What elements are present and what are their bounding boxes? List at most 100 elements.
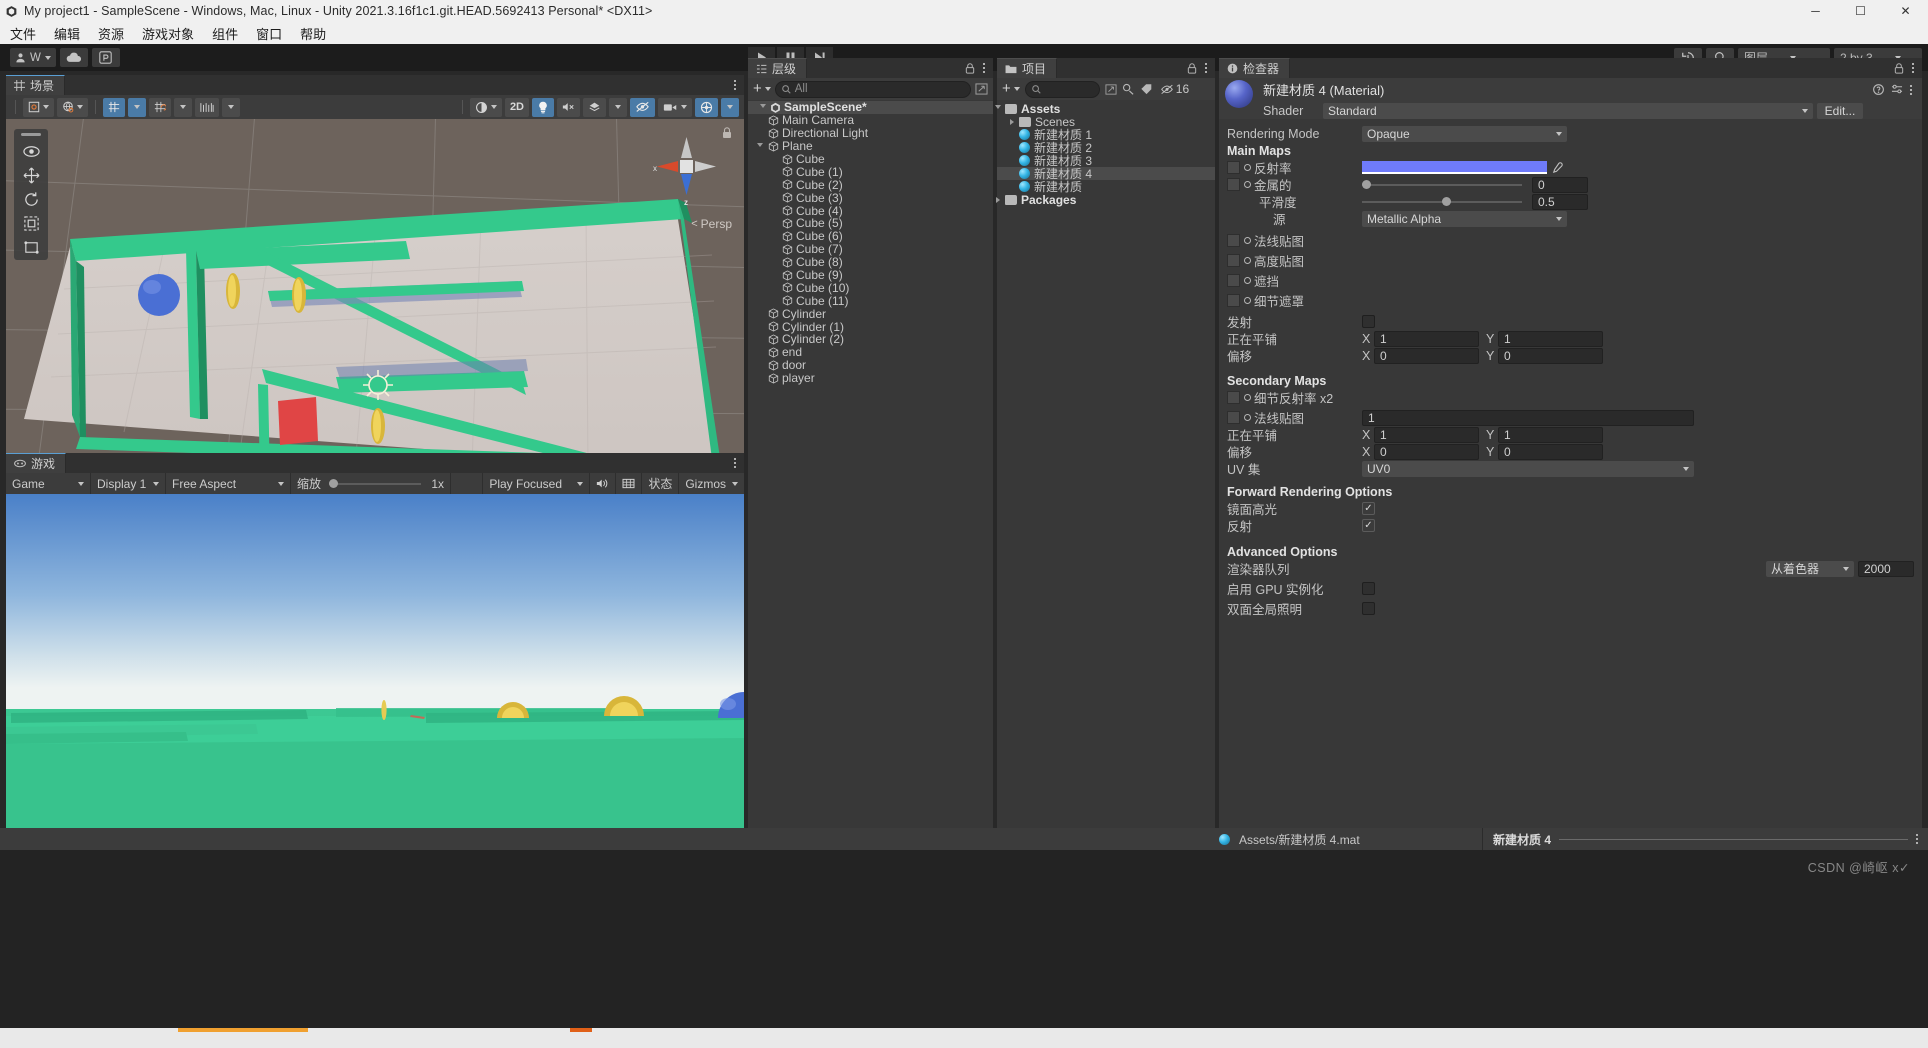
- secondary-tiling-x-field[interactable]: 1: [1374, 426, 1479, 443]
- fx-toggle[interactable]: [583, 97, 606, 117]
- hierarchy-item-player[interactable]: player: [748, 371, 993, 385]
- project-item-packages[interactable]: Packages: [996, 193, 1215, 207]
- aspect-dropdown[interactable]: Free Aspect: [166, 473, 291, 494]
- reflection-checkbox[interactable]: ✓: [1362, 519, 1375, 532]
- persp-label-group[interactable]: < Persp: [691, 217, 732, 231]
- smoothness-slider[interactable]: [1362, 197, 1522, 206]
- metallic-slider[interactable]: [1362, 180, 1522, 189]
- project-search-input[interactable]: [1024, 80, 1100, 98]
- albedo-color-swatch[interactable]: [1362, 161, 1547, 174]
- grid-snap-dropdown[interactable]: [128, 97, 146, 117]
- collab-button[interactable]: [91, 48, 120, 67]
- account-button[interactable]: W: [10, 48, 56, 67]
- scene-lock-icon[interactable]: [722, 127, 732, 142]
- height-map-texture-slot[interactable]: [1227, 254, 1240, 267]
- ruler-toggle[interactable]: [195, 97, 219, 117]
- grid-snap-toggle[interactable]: [103, 97, 125, 117]
- secondary-normal-field[interactable]: 1: [1362, 409, 1694, 426]
- menu-item-gameobject[interactable]: 游戏对象: [142, 24, 194, 43]
- display-dropdown[interactable]: Display 1: [91, 473, 166, 494]
- scale-slider[interactable]: [329, 479, 422, 488]
- hierarchy-item-cube-4[interactable]: Cube (4): [748, 204, 993, 218]
- axis-gizmo[interactable]: x z: [652, 133, 722, 221]
- lighting-toggle[interactable]: [532, 97, 554, 117]
- tab-project[interactable]: 项目: [997, 58, 1058, 78]
- lock-icon[interactable]: [1187, 62, 1197, 74]
- 2d-toggle[interactable]: 2D: [504, 97, 529, 117]
- material-menu-icon[interactable]: [1910, 84, 1912, 95]
- metallic-slider-knob[interactable]: [1362, 180, 1371, 189]
- offset-x-field[interactable]: 0: [1374, 347, 1479, 364]
- hierarchy-list[interactable]: SampleScene* Main Camera Directional Light…: [748, 100, 993, 385]
- gizmos-dropdown[interactable]: [721, 97, 739, 117]
- project-item-新建材质-2[interactable]: 新建材质 2: [997, 141, 1215, 155]
- detail-mask-toggle-icon[interactable]: [1244, 297, 1251, 304]
- menu-item-edit[interactable]: 编辑: [54, 24, 80, 43]
- rotate-tool-icon[interactable]: [23, 191, 40, 208]
- project-visibility-badge[interactable]: 16: [1160, 82, 1189, 96]
- hierarchy-item-cube-3[interactable]: Cube (3): [748, 191, 993, 205]
- inspector-menu-icon[interactable]: [1912, 63, 1914, 73]
- chevron-right-icon[interactable]: [1010, 118, 1014, 125]
- scale-slider-group[interactable]: 缩放 1x: [291, 473, 451, 494]
- detail-albedo-toggle-icon[interactable]: [1244, 394, 1251, 401]
- secondary-tiling-y-field[interactable]: 1: [1498, 426, 1603, 443]
- shader-dropdown[interactable]: Standard: [1323, 102, 1813, 119]
- metallic-texture-slot[interactable]: [1227, 178, 1240, 191]
- hierarchy-search-input[interactable]: All: [774, 80, 971, 98]
- occlusion-texture-slot[interactable]: [1227, 274, 1240, 287]
- fx-dropdown[interactable]: [609, 97, 627, 117]
- occlusion-toggle-icon[interactable]: [1244, 277, 1251, 284]
- rect-tool-icon[interactable]: [23, 239, 40, 256]
- game-menu-icon[interactable]: [734, 458, 736, 468]
- tab-inspector[interactable]: 检查器: [1219, 58, 1291, 78]
- hierarchy-item-cube[interactable]: Cube: [748, 152, 993, 166]
- detail-mask-texture-slot[interactable]: [1227, 294, 1240, 307]
- snap-increment-dropdown[interactable]: [174, 97, 192, 117]
- eyedropper-icon[interactable]: [1551, 161, 1563, 174]
- gizmos-toggle[interactable]: [695, 97, 718, 117]
- menu-item-component[interactable]: 组件: [212, 24, 238, 43]
- hierarchy-item-door[interactable]: door: [748, 358, 993, 372]
- chevron-down-icon[interactable]: [757, 142, 763, 150]
- hierarchy-expand-icon[interactable]: [975, 83, 988, 95]
- project-item-assets[interactable]: Assets: [995, 102, 1215, 116]
- hierarchy-item-cylinder[interactable]: Cylinder: [748, 307, 993, 321]
- project-item-scenes[interactable]: Scenes: [997, 115, 1215, 129]
- view-tool-icon[interactable]: [22, 143, 40, 160]
- secondary-normal-toggle-icon[interactable]: [1244, 414, 1251, 421]
- smoothness-slider-knob[interactable]: [1442, 197, 1451, 206]
- minimize-button[interactable]: ─: [1793, 0, 1838, 22]
- play-focused-dropdown[interactable]: Play Focused: [482, 473, 591, 494]
- scene-camera-toggle[interactable]: [658, 97, 692, 117]
- secondary-offset-y-field[interactable]: 0: [1498, 443, 1603, 460]
- hierarchy-item-main-camera[interactable]: Main Camera: [748, 113, 993, 127]
- double-sided-gi-checkbox[interactable]: [1362, 602, 1375, 615]
- project-expand-icon[interactable]: [1105, 83, 1117, 95]
- hierarchy-item-cube-6[interactable]: Cube (6): [748, 229, 993, 243]
- render-queue-dropdown[interactable]: 从着色器: [1766, 560, 1854, 577]
- hierarchy-item-cylinder-1[interactable]: Cylinder (1): [748, 320, 993, 334]
- ruler-dropdown[interactable]: [222, 97, 240, 117]
- source-dropdown[interactable]: Metallic Alpha: [1362, 210, 1567, 227]
- albedo-toggle-icon[interactable]: [1244, 164, 1251, 171]
- preset-icon[interactable]: [1891, 84, 1903, 95]
- snap-increment-toggle[interactable]: [149, 97, 171, 117]
- menu-item-help[interactable]: 帮助: [300, 24, 326, 43]
- tab-hierarchy[interactable]: 层级: [748, 58, 808, 78]
- menu-item-window[interactable]: 窗口: [256, 24, 282, 43]
- hierarchy-item-plane[interactable]: Plane: [748, 139, 993, 153]
- close-button[interactable]: ✕: [1883, 0, 1928, 22]
- tiling-y-field[interactable]: 1: [1498, 330, 1603, 347]
- project-item-新建材质-3[interactable]: 新建材质 3: [997, 154, 1215, 168]
- scale-tool-icon[interactable]: [23, 215, 40, 232]
- project-add-button[interactable]: +: [1002, 81, 1020, 96]
- smoothness-value-field[interactable]: 0.5: [1532, 193, 1588, 210]
- stats-grid-button[interactable]: [616, 473, 643, 494]
- lock-icon[interactable]: [965, 62, 975, 74]
- handle-space-toggle[interactable]: [57, 97, 88, 117]
- project-item-新建材质-1[interactable]: 新建材质 1: [997, 128, 1215, 142]
- filter-label-icon[interactable]: [1140, 83, 1153, 95]
- menu-item-assets[interactable]: 资源: [98, 24, 124, 43]
- cloud-button[interactable]: [59, 48, 88, 67]
